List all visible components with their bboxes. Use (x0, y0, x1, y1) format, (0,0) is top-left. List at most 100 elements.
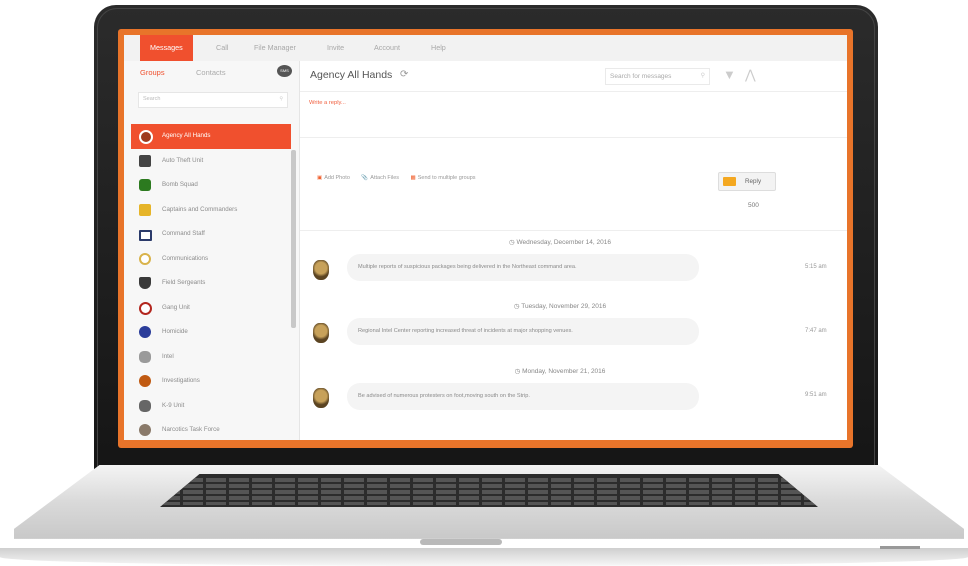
group-label: Command Staff (162, 230, 205, 237)
group-item-captains[interactable]: Captains and Commanders (131, 198, 291, 223)
conversation-panel: Agency All Hands ⟳ Search for messages ⚲… (300, 61, 847, 440)
group-search-input[interactable]: Search ⚲ (138, 92, 288, 108)
date-label: Monday, November 21, 2016 (522, 368, 606, 375)
group-item-auto-theft[interactable]: Auto Theft Unit (131, 149, 291, 174)
group-item-investigations[interactable]: Investigations (131, 369, 291, 394)
message-time: 9:51 am (805, 392, 827, 398)
message-text: Multiple reports of suspicious packages … (358, 264, 577, 270)
laptop-trackpad-edge (420, 539, 502, 545)
message-text: Regional Intel Center reporting increase… (358, 328, 573, 334)
camera-icon: ▣ (317, 175, 323, 181)
group-item-agency-all-hands[interactable]: Agency All Hands (131, 124, 291, 149)
group-label: Agency All Hands (162, 132, 211, 139)
group-label: Bomb Squad (162, 181, 198, 188)
add-photo-button[interactable]: ▣ Add Photo (317, 175, 350, 181)
filter-icon[interactable]: ▼ (723, 67, 736, 82)
tab-invite[interactable]: Invite (317, 35, 354, 61)
refresh-icon[interactable]: ⟳ (400, 69, 408, 80)
date-label: Tuesday, November 29, 2016 (521, 303, 607, 310)
date-label: Wednesday, December 14, 2016 (516, 239, 611, 246)
group-item-gang-unit[interactable]: Gang Unit (131, 296, 291, 321)
radio-icon (139, 252, 151, 265)
tab-call[interactable]: Call (206, 35, 238, 61)
car-icon (139, 154, 151, 167)
group-item-bomb-squad[interactable]: Bomb Squad (131, 173, 291, 198)
group-label: Homicide (162, 328, 188, 335)
send-multiple-groups-button[interactable]: ▩ Send to multiple groups (411, 175, 476, 181)
keyboard-row (160, 478, 818, 482)
message-bubble: Multiple reports of suspicious packages … (347, 254, 699, 281)
group-label: Intel (162, 352, 174, 360)
tab-help[interactable]: Help (421, 35, 456, 61)
groups-list: Agency All Hands Auto Theft Unit Bomb Sq… (131, 124, 291, 440)
group-label: Communications (162, 254, 209, 262)
tab-contacts[interactable]: Contacts (196, 68, 226, 77)
sidebar-tabs: Groups Contacts SMS (124, 61, 299, 85)
groups-icon: ▩ (410, 175, 416, 181)
laptop-vent (880, 546, 920, 549)
message-bubble: Regional Intel Center reporting increase… (347, 318, 699, 345)
reply-placeholder: Write a reply... (309, 100, 346, 106)
magnifier-icon (139, 375, 151, 387)
star-icon (139, 203, 151, 216)
divider (300, 230, 847, 231)
message-search-placeholder: Search for messages (610, 73, 672, 80)
message-bubble: Be advised of numerous protesters on foo… (347, 383, 699, 410)
top-navigation: Messages Call File Manager Invite Accoun… (124, 35, 847, 62)
sender-avatar (313, 388, 329, 408)
group-search-placeholder: Search (143, 96, 161, 102)
character-count: 500 (748, 202, 759, 209)
tab-file-manager[interactable]: File Manager (244, 35, 306, 61)
flag-icon (139, 230, 152, 241)
group-item-field-sergeants[interactable]: Field Sergeants (131, 271, 291, 296)
reply-area[interactable]: Write a reply... (300, 91, 847, 138)
group-label: Investigations (162, 377, 200, 384)
composer-actions: ▣ Add Photo 📎 Attach Files ▩ Send to multip… (317, 175, 486, 181)
date-separator: ◷ Wednesday, December 14, 2016 (509, 239, 611, 246)
sidebar-scrollbar[interactable] (291, 150, 296, 328)
search-icon: ⚲ (279, 96, 283, 102)
conversation-title: Agency All Hands (310, 69, 393, 81)
messaging-app: Messages Call File Manager Invite Accoun… (124, 35, 847, 440)
keyboard-row (160, 496, 818, 500)
group-label: Auto Theft Unit (162, 156, 204, 164)
badge-icon (139, 130, 153, 144)
dog-icon (139, 399, 151, 412)
group-label: Gang Unit (162, 303, 190, 311)
bomb-icon (139, 179, 151, 191)
group-item-narcotics[interactable]: Narcotics Task Force (131, 418, 291, 440)
group-item-k9-unit[interactable]: K-9 Unit (131, 394, 291, 419)
tab-messages[interactable]: Messages (140, 35, 193, 61)
search-icon: ⚲ (700, 73, 705, 79)
message-search-input[interactable]: Search for messages ⚲ (605, 68, 710, 85)
laptop-front-edge (0, 548, 968, 566)
tab-account[interactable]: Account (364, 35, 410, 61)
group-item-communications[interactable]: Communications (131, 247, 291, 272)
chevron-icon (139, 277, 151, 289)
no-gang-icon (139, 301, 152, 315)
sender-avatar (313, 260, 329, 280)
reply-button-label: Reply (745, 178, 762, 185)
group-item-intel[interactable]: Intel (131, 345, 291, 370)
globe-icon (139, 326, 151, 338)
eagle-icon (139, 350, 151, 363)
group-item-homicide[interactable]: Homicide (131, 320, 291, 345)
date-separator: ◷ Tuesday, November 29, 2016 (513, 303, 607, 310)
add-photo-label: Add Photo (324, 175, 350, 181)
groups-sidebar: Groups Contacts SMS Search ⚲ Agency All … (124, 61, 300, 440)
reply-icon (723, 177, 736, 186)
sms-icon[interactable]: SMS (277, 65, 292, 77)
date-separator: ◷ Monday, November 21, 2016 (514, 368, 606, 375)
group-item-command-staff[interactable]: Command Staff (131, 222, 291, 247)
reply-button[interactable]: Reply (718, 172, 776, 191)
sender-avatar (313, 323, 329, 343)
alert-icon[interactable]: ⋀ (745, 67, 756, 83)
paperclip-icon: 📎 (361, 175, 369, 181)
group-label: Field Sergeants (162, 279, 206, 286)
attach-files-button[interactable]: 📎 Attach Files (361, 175, 399, 181)
tab-groups[interactable]: Groups (140, 68, 165, 77)
message-time: 7:47 am (805, 328, 827, 334)
group-label: Narcotics Task Force (162, 426, 220, 433)
attach-files-label: Attach Files (370, 175, 400, 181)
message-text: Be advised of numerous protesters on foo… (358, 393, 530, 399)
